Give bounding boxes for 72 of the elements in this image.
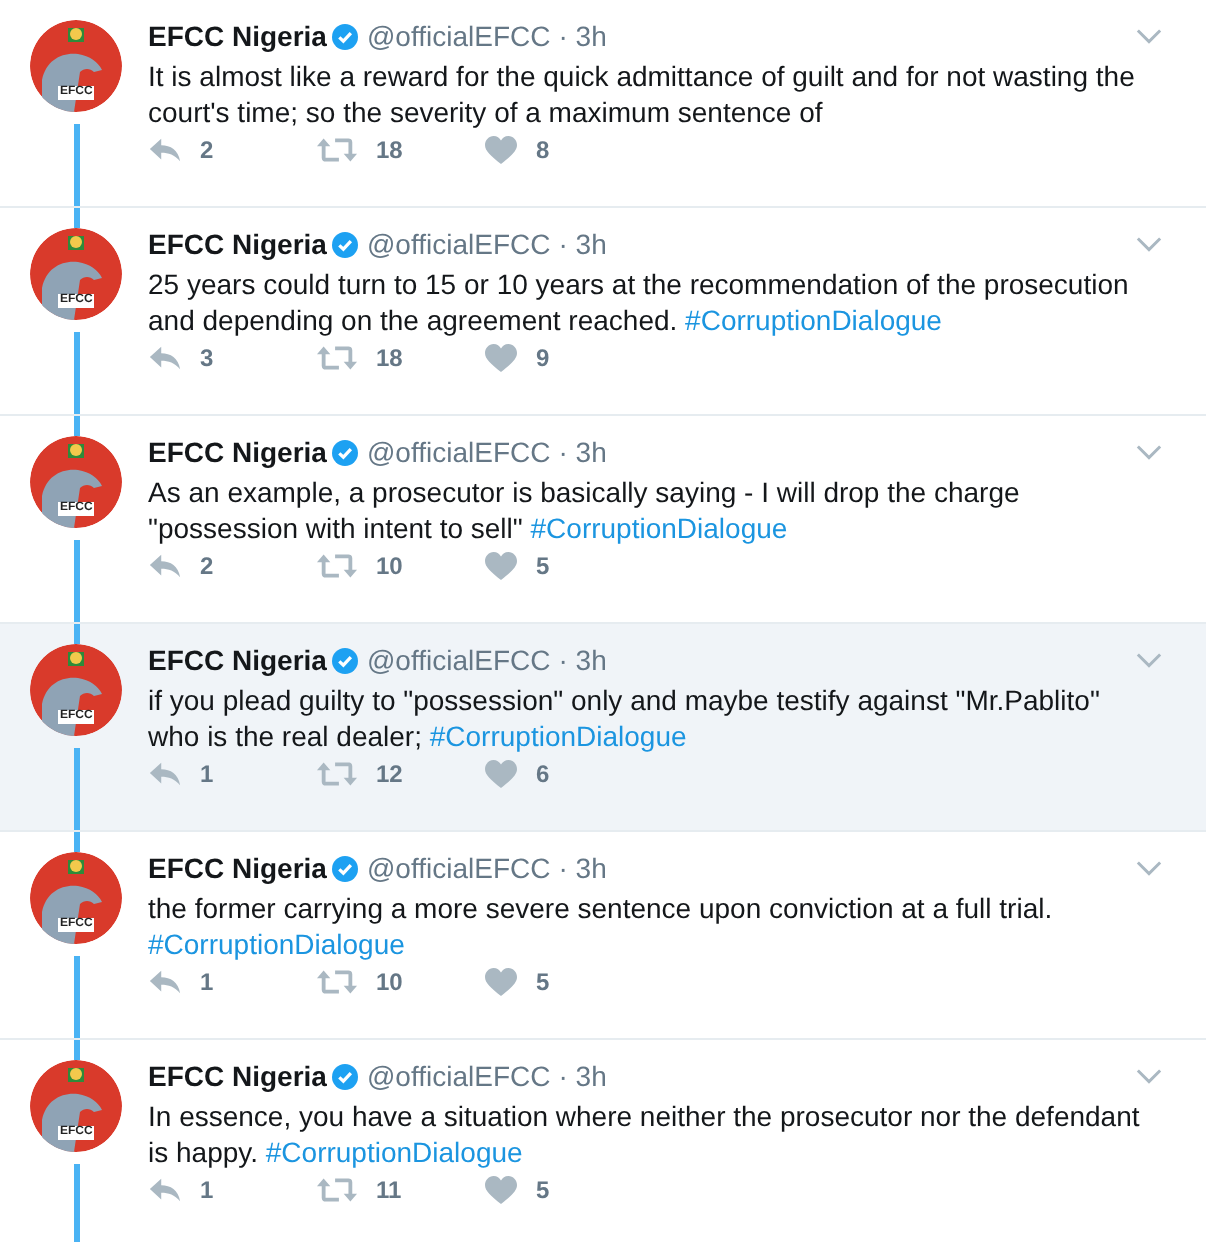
chevron-down-icon[interactable]	[1136, 1068, 1162, 1084]
eagle-icon	[30, 228, 122, 320]
retweet-count: 18	[376, 344, 403, 372]
eagle-icon	[30, 852, 122, 944]
tweet-text: the former carrying a more severe sentence upon conviction at a full trial. #CorruptionDialogue	[148, 890, 1055, 962]
display-name[interactable]: EFCC Nigeria	[148, 852, 327, 884]
retweet-icon[interactable]	[316, 760, 358, 788]
retweet-count: 11	[376, 1176, 402, 1204]
chevron-down-icon[interactable]	[1136, 444, 1162, 460]
tweet-text: It is almost like a reward for the quick admittance of guilt and for not wasting the court's time; so the severity of a maximum sentence of	[148, 58, 1137, 130]
eagle-icon	[30, 644, 122, 736]
timestamp[interactable]: · 3h	[558, 20, 607, 52]
like-count: 8	[536, 136, 550, 164]
tweet-text: In essence, you have a situation where neither the prosecutor nor the defendant is happy. #CorruptionDialogue	[148, 1098, 1142, 1170]
reply-icon[interactable]	[148, 552, 182, 580]
like-count: 9	[536, 344, 550, 372]
retweet-count: 10	[376, 968, 403, 996]
display-name[interactable]: EFCC Nigeria	[148, 1060, 327, 1092]
reply-icon[interactable]	[148, 968, 182, 996]
tweet-text: if you plead guilty to "possession" only and maybe testify against "Mr.Pablito" who is the real dealer; #CorruptionDialogue	[148, 682, 1102, 754]
retweet-icon[interactable]	[316, 1176, 358, 1204]
user-handle[interactable]: @officialEFCC	[366, 228, 551, 260]
chevron-down-icon[interactable]	[1136, 28, 1162, 44]
retweet-icon[interactable]	[316, 344, 358, 372]
like-count: 5	[536, 968, 550, 996]
reply-icon[interactable]	[148, 344, 182, 372]
timestamp[interactable]: · 3h	[558, 228, 607, 260]
retweet-count: 10	[376, 552, 403, 580]
retweet-icon[interactable]	[316, 552, 358, 580]
heart-icon[interactable]	[484, 136, 518, 164]
tweet-text: As an example, a prosecutor is basically saying - I will drop the charge "possession with intent to sell" #CorruptionDialogue	[148, 474, 1022, 546]
eagle-icon	[30, 20, 122, 112]
timestamp[interactable]: · 3h	[558, 1060, 607, 1092]
heart-icon[interactable]	[484, 760, 518, 788]
like-count: 5	[536, 552, 550, 580]
retweet-count: 12	[376, 760, 403, 788]
timestamp[interactable]: · 3h	[558, 436, 607, 468]
reply-icon[interactable]	[148, 136, 182, 164]
eagle-icon	[30, 1060, 122, 1152]
display-name[interactable]: EFCC Nigeria	[148, 228, 327, 260]
tweet-text: 25 years could turn to 15 or 10 years at the recommendation of the prosecution and depending on the agreement reached. #CorruptionDialogue	[148, 266, 1131, 338]
timestamp[interactable]: · 3h	[558, 644, 607, 676]
reply-count: 1	[200, 760, 214, 788]
user-handle[interactable]: @officialEFCC	[366, 644, 551, 676]
reply-icon[interactable]	[148, 1176, 182, 1204]
user-handle[interactable]: @officialEFCC	[366, 20, 551, 52]
retweet-count: 18	[376, 136, 403, 164]
chevron-down-icon[interactable]	[1136, 652, 1162, 668]
reply-icon[interactable]	[148, 760, 182, 788]
heart-icon[interactable]	[484, 344, 518, 372]
like-count: 6	[536, 760, 550, 788]
user-handle[interactable]: @officialEFCC	[366, 852, 551, 884]
user-handle[interactable]: @officialEFCC	[366, 1060, 551, 1092]
reply-count: 3	[200, 344, 214, 372]
heart-icon[interactable]	[484, 968, 518, 996]
reply-count: 2	[200, 136, 214, 164]
chevron-down-icon[interactable]	[1136, 236, 1162, 252]
display-name[interactable]: EFCC Nigeria	[148, 644, 327, 676]
like-count: 5	[536, 1176, 550, 1204]
chevron-down-icon[interactable]	[1136, 860, 1162, 876]
heart-icon[interactable]	[484, 1176, 518, 1204]
reply-count: 1	[200, 968, 214, 996]
timestamp[interactable]: · 3h	[558, 852, 607, 884]
reply-count: 2	[200, 552, 214, 580]
retweet-icon[interactable]	[316, 136, 358, 164]
user-handle[interactable]: @officialEFCC	[366, 436, 551, 468]
heart-icon[interactable]	[484, 552, 518, 580]
display-name[interactable]: EFCC Nigeria	[148, 20, 327, 52]
reply-count: 1	[200, 1176, 214, 1204]
display-name[interactable]: EFCC Nigeria	[148, 436, 327, 468]
retweet-icon[interactable]	[316, 968, 358, 996]
eagle-icon	[30, 436, 122, 528]
